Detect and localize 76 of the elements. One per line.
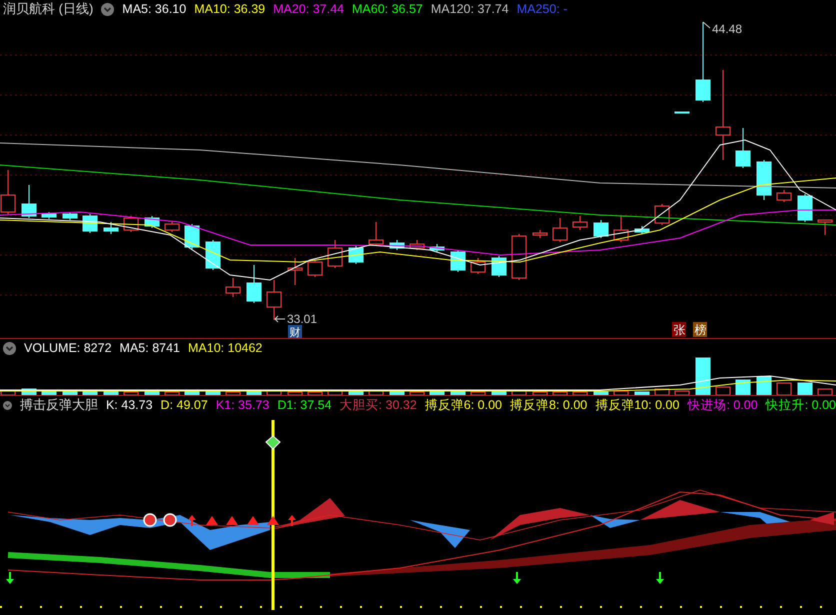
candlestick bbox=[756, 160, 772, 200]
candlestick bbox=[674, 112, 690, 114]
indicator-value: 快进场: 0.00 bbox=[687, 396, 758, 414]
down-arrow-icon bbox=[656, 572, 664, 584]
indicator-value: MA60: 36.57 bbox=[352, 2, 423, 16]
candlestick bbox=[226, 278, 240, 298]
indicator-title: 搏击反弹大胆 bbox=[20, 396, 98, 414]
candlestick bbox=[390, 240, 404, 250]
candlestick bbox=[62, 212, 78, 220]
indicator-value: 搏反弹8: 0.00 bbox=[510, 396, 588, 414]
event-tag[interactable]: 张 bbox=[672, 322, 686, 337]
candlestick bbox=[512, 234, 526, 280]
candlestick bbox=[634, 226, 650, 234]
event-tag[interactable]: 财 bbox=[288, 325, 302, 338]
dropdown-icon[interactable] bbox=[101, 2, 114, 16]
indicator-value: D: 49.07 bbox=[160, 398, 208, 412]
ball-icon bbox=[163, 513, 177, 527]
candlestick bbox=[266, 280, 282, 320]
candlestick bbox=[328, 240, 342, 268]
indicator-value: MA10: 10462 bbox=[188, 341, 262, 355]
down-arrow-icon bbox=[513, 572, 521, 584]
candlestick bbox=[552, 218, 568, 242]
candlestick bbox=[736, 128, 750, 168]
triangle-icon bbox=[226, 516, 238, 525]
indicator-value: 快拉升: 0.00 bbox=[766, 396, 836, 414]
candlestick bbox=[594, 220, 608, 238]
candlestick bbox=[492, 256, 506, 278]
candlestick bbox=[164, 222, 180, 232]
diamond-icon bbox=[265, 435, 281, 450]
up-arrow-icon bbox=[188, 515, 196, 526]
down-arrow-icon bbox=[6, 572, 14, 584]
candlestick bbox=[614, 216, 628, 242]
candlestick bbox=[430, 244, 444, 252]
triangle-icon bbox=[206, 516, 218, 525]
indicator-value: MA250: - bbox=[516, 2, 568, 16]
indicator-value: MA5: 8741 bbox=[120, 341, 180, 355]
high-price-label: 44.48 bbox=[712, 22, 742, 36]
stock-title: 润贝航科 (日线) bbox=[3, 0, 94, 18]
indicator-value: VOLUME: 8272 bbox=[24, 341, 112, 355]
candlestick bbox=[42, 212, 56, 220]
candlestick bbox=[572, 216, 588, 230]
triangle-icon bbox=[247, 516, 259, 525]
up-arrow-icon bbox=[288, 515, 296, 526]
candlestick bbox=[144, 216, 160, 228]
indicator-value: 搏反弹10: 0.00 bbox=[595, 396, 680, 414]
indicator-value: K1: 35.73 bbox=[216, 398, 270, 412]
candlestick bbox=[246, 264, 262, 304]
indicator-value: MA120: 37.74 bbox=[430, 2, 509, 16]
candlestick bbox=[410, 240, 424, 250]
indicator-value: MA5: 36.10 bbox=[122, 2, 186, 16]
indicator-value: MA20: 37.44 bbox=[273, 2, 344, 16]
ball-icon bbox=[143, 513, 157, 527]
dropdown-icon[interactable] bbox=[3, 342, 16, 354]
leader-line bbox=[274, 316, 286, 322]
triangle-icon bbox=[267, 516, 279, 525]
indicator-value: 大胆买: 30.32 bbox=[340, 396, 417, 414]
candlestick bbox=[288, 258, 302, 286]
candlestick bbox=[798, 194, 812, 222]
candlestick bbox=[470, 258, 486, 274]
indicator-value: K: 43.73 bbox=[106, 398, 153, 412]
indicator-value: D1: 37.54 bbox=[277, 398, 332, 412]
candlestick bbox=[308, 260, 322, 278]
event-tag[interactable]: 榜 bbox=[693, 322, 707, 337]
candlestick bbox=[22, 184, 36, 218]
dropdown-icon[interactable] bbox=[3, 398, 12, 412]
low-price-label: 33.01 bbox=[287, 312, 318, 326]
leader-line bbox=[702, 22, 710, 28]
candlestick bbox=[368, 222, 384, 246]
candlestick bbox=[104, 222, 118, 234]
candlestick bbox=[184, 224, 200, 250]
indicator-value: 搏反弹6: 0.00 bbox=[424, 396, 502, 414]
candlestick bbox=[450, 250, 466, 272]
candlestick bbox=[818, 220, 832, 236]
candlestick bbox=[206, 240, 220, 270]
candlestick bbox=[776, 190, 792, 202]
indicator-value: MA10: 36.39 bbox=[194, 2, 266, 16]
